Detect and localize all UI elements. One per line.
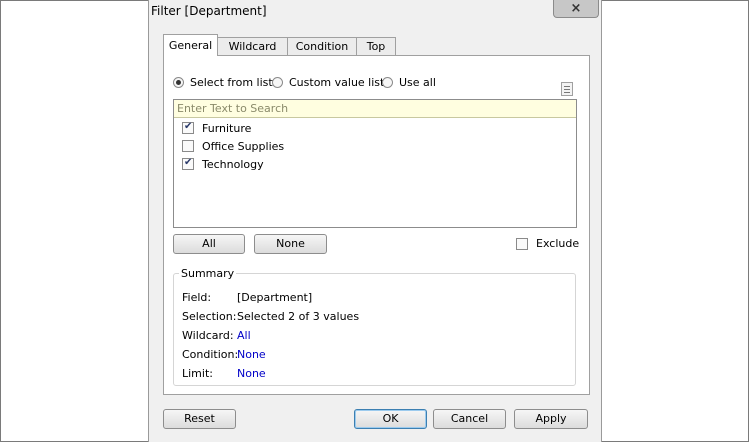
search-input[interactable]: Enter Text to Search bbox=[174, 100, 576, 118]
summary-field-value: [Department] bbox=[237, 291, 313, 304]
ok-button[interactable]: OK bbox=[354, 409, 427, 429]
dialog-title: Filter [Department] bbox=[151, 4, 267, 18]
list-item-label: Furniture bbox=[202, 121, 252, 135]
summary-limit-label: Limit: bbox=[182, 367, 213, 380]
radio-unselected-icon bbox=[382, 76, 393, 88]
checkbox-checked-icon[interactable] bbox=[182, 121, 194, 134]
list-options-menu-icon[interactable] bbox=[561, 82, 573, 96]
summary-condition-value[interactable]: None bbox=[237, 348, 266, 361]
apply-button[interactable]: Apply bbox=[514, 409, 588, 429]
summary-field-label: Field: bbox=[182, 291, 212, 304]
summary-wildcard-value[interactable]: All bbox=[237, 329, 251, 342]
tab-top[interactable]: Top bbox=[356, 37, 396, 55]
none-button[interactable]: None bbox=[254, 234, 327, 254]
cancel-button[interactable]: Cancel bbox=[433, 409, 506, 429]
value-list: Enter Text to Search Furniture Office Su… bbox=[173, 99, 577, 228]
checkbox-unchecked-icon[interactable] bbox=[516, 237, 528, 250]
summary-wildcard-label: Wildcard: bbox=[182, 329, 234, 342]
reset-button[interactable]: Reset bbox=[163, 409, 236, 429]
radio-custom-value-list-label: Custom value list bbox=[289, 75, 385, 89]
list-item-office-supplies[interactable]: Office Supplies bbox=[182, 138, 284, 154]
radio-unselected-icon bbox=[272, 76, 283, 88]
summary-selection-label: Selection: bbox=[182, 310, 237, 323]
radio-select-from-list[interactable]: Select from list bbox=[173, 75, 273, 89]
radio-custom-value-list[interactable]: Custom value list bbox=[272, 75, 384, 89]
summary-limit-value[interactable]: None bbox=[237, 367, 266, 380]
exclude-checkbox[interactable]: Exclude bbox=[516, 237, 579, 250]
all-button[interactable]: All bbox=[173, 234, 245, 254]
checkbox-checked-icon[interactable] bbox=[182, 157, 194, 170]
filter-dialog: Filter [Department] × General Wildcard C… bbox=[148, 0, 602, 442]
summary-selection-value: Selected 2 of 3 values bbox=[237, 310, 360, 323]
close-icon: × bbox=[570, 1, 582, 16]
checkbox-unchecked-icon[interactable] bbox=[182, 140, 194, 152]
exclude-label: Exclude bbox=[536, 237, 580, 250]
tab-condition[interactable]: Condition bbox=[287, 37, 357, 55]
tab-general[interactable]: General bbox=[163, 34, 218, 56]
close-button[interactable]: × bbox=[553, 0, 599, 18]
radio-select-from-list-label: Select from list bbox=[190, 75, 273, 89]
title-bar: Filter [Department] × bbox=[149, 0, 601, 22]
summary-condition-label: Condition: bbox=[182, 348, 239, 361]
radio-use-all[interactable]: Use all bbox=[382, 75, 436, 89]
radio-selected-icon bbox=[173, 76, 184, 88]
list-item-label: Technology bbox=[202, 157, 264, 171]
radio-use-all-label: Use all bbox=[399, 75, 436, 89]
list-item-technology[interactable]: Technology bbox=[182, 156, 264, 172]
tab-wildcard[interactable]: Wildcard bbox=[217, 37, 288, 55]
list-item-label: Office Supplies bbox=[202, 139, 285, 153]
summary-legend: Summary bbox=[179, 267, 237, 280]
list-item-furniture[interactable]: Furniture bbox=[182, 120, 251, 136]
